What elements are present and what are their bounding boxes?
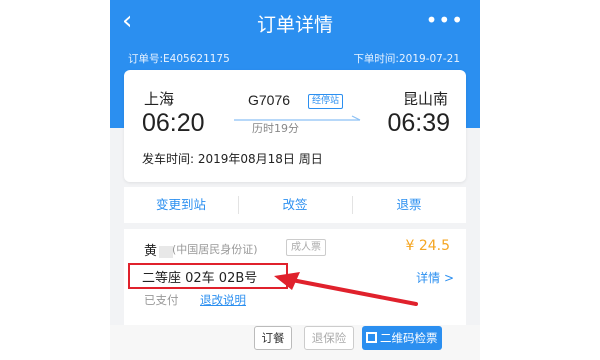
- passenger-name: 黄: [144, 240, 174, 259]
- order-meal-button[interactable]: 订餐: [254, 326, 292, 350]
- refund-button[interactable]: 退票: [352, 187, 466, 223]
- reschedule-button[interactable]: 改签: [238, 187, 352, 223]
- id-type: (中国居民身份证): [172, 243, 258, 256]
- order-number: 订单号:E405621175: [128, 53, 230, 65]
- order-time: 下单时间:2019-07-21: [353, 53, 460, 65]
- page-title: 订单详情: [256, 14, 333, 36]
- trip-card: 上海 06:20 G7076 经停站 历时19分 昆山南 06:39 发车时间:…: [124, 70, 466, 182]
- qr-check-label: 二维码检票: [380, 331, 438, 345]
- depart-date: 发车时间: 2019年08月18日 周日: [142, 152, 323, 166]
- refund-rules-link[interactable]: 退改说明: [200, 292, 246, 308]
- annotation-arrow-icon: [274, 272, 418, 306]
- to-time: 06:39: [387, 109, 450, 137]
- from-station: 上海: [144, 90, 175, 108]
- via-stations-button[interactable]: 经停站: [308, 94, 344, 109]
- passenger-name-text: 黄: [144, 244, 158, 259]
- duration: 历时19分: [252, 122, 299, 135]
- refund-insurance-button[interactable]: 退保险: [304, 326, 354, 350]
- ticket-price: ¥ 24.5: [405, 238, 450, 254]
- qr-check-button[interactable]: 二维码检票: [362, 326, 442, 350]
- payment-status: 已支付: [144, 293, 179, 307]
- train-number: G7076: [248, 92, 291, 108]
- ticket-actions: 变更到站 改签 退票: [124, 187, 466, 223]
- name-mask: [159, 245, 174, 258]
- ticket-type-badge: 成人票: [286, 239, 326, 256]
- detail-link[interactable]: 详情 >: [416, 269, 454, 286]
- more-icon[interactable]: •••: [426, 8, 464, 32]
- to-station: 昆山南: [402, 90, 448, 108]
- qr-code-icon: [366, 332, 377, 343]
- from-time: 06:20: [142, 109, 205, 137]
- change-station-button[interactable]: 变更到站: [124, 187, 238, 223]
- seat-info: 二等座 02车 02B号: [142, 271, 258, 286]
